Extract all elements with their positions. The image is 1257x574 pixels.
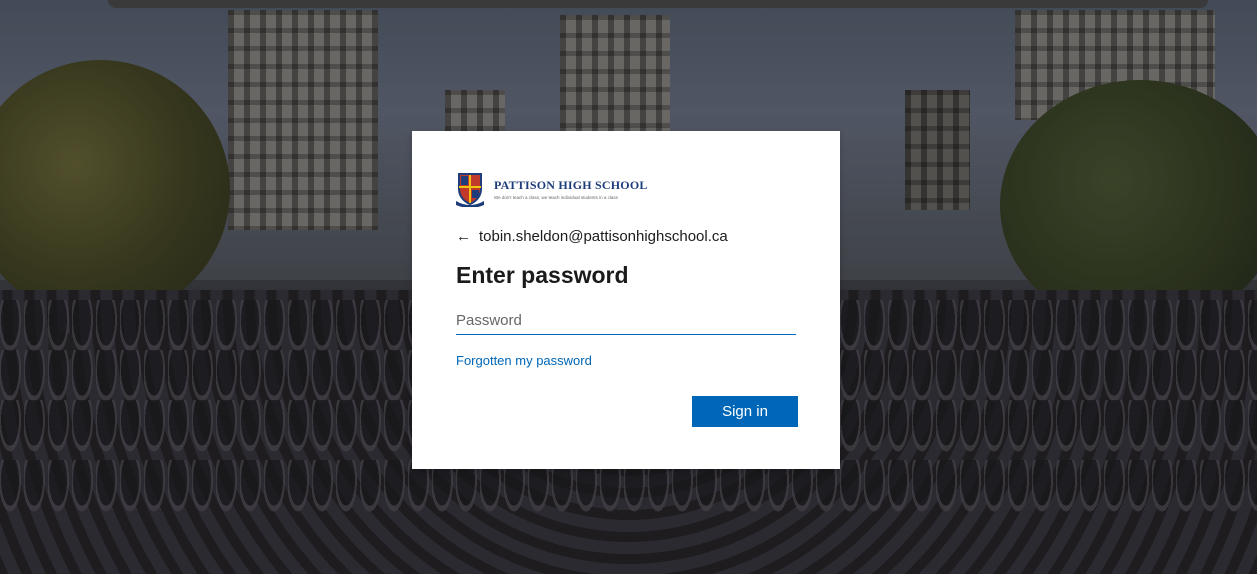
forgot-password-link[interactable]: Forgotten my password [456,353,592,368]
school-logo: PATTISON HIGH SCHOOL We don't teach a cl… [456,171,648,208]
browser-top-bar [108,0,1208,8]
back-to-email[interactable]: ← tobin.sheldon@pattisonhighschool.ca [456,228,728,245]
password-input[interactable] [456,306,796,335]
school-name: PATTISON HIGH SCHOOL [494,178,648,192]
page-title: Enter password [456,262,629,288]
school-tagline: We don't teach a class, we teach individ… [494,195,618,200]
school-crest-icon [456,171,484,208]
account-email: tobin.sheldon@pattisonhighschool.ca [479,228,728,245]
arrow-left-icon[interactable]: ← [456,228,471,245]
signin-card: PATTISON HIGH SCHOOL We don't teach a cl… [412,131,840,469]
sign-in-button[interactable]: Sign in [692,396,798,427]
